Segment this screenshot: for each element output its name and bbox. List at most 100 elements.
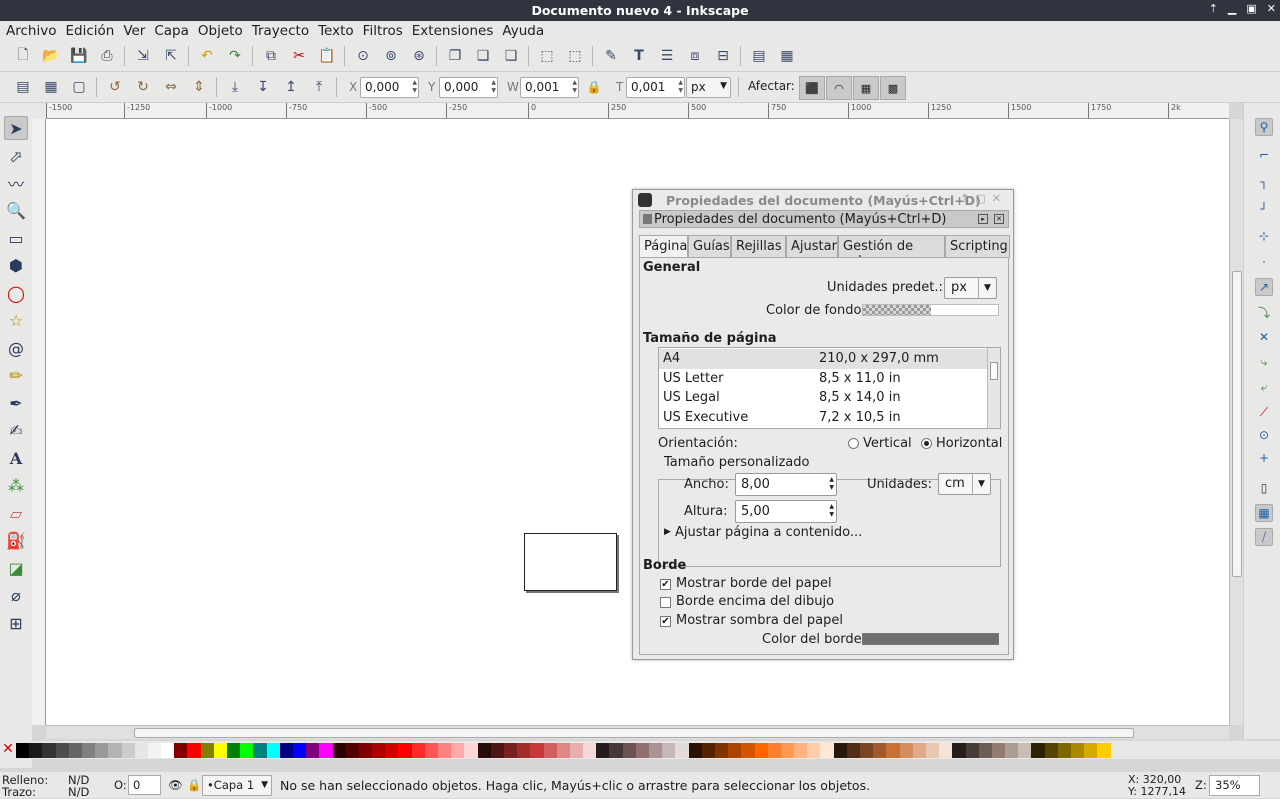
list-item[interactable]: US Executive 7,2 x 10,5 in <box>659 408 988 428</box>
save-icon[interactable]: 💾 <box>70 47 88 65</box>
dialog-up-icon[interactable]: ⇡ <box>960 192 975 205</box>
palette-swatch[interactable] <box>556 742 570 758</box>
palette-swatch[interactable] <box>675 742 689 758</box>
palette-swatch[interactable] <box>1031 742 1045 758</box>
snap-page-border-icon[interactable]: ▯ <box>1255 479 1273 497</box>
page-size-list[interactable]: A4 210,0 x 297,0 mm US Letter 8,5 x 11,0 i… <box>658 347 1001 429</box>
palette-swatch[interactable] <box>1005 742 1019 758</box>
palette-swatch[interactable] <box>925 742 940 758</box>
vertical-scrollbar[interactable] <box>1229 119 1243 725</box>
raise-top-icon[interactable]: ⤒ <box>310 78 328 96</box>
page-size-scroll-thumb[interactable] <box>990 362 998 380</box>
palette-swatch[interactable] <box>266 742 280 758</box>
tab-pagina[interactable]: Página <box>639 235 688 259</box>
snap-paths-icon[interactable]: ⤵ <box>1255 303 1273 321</box>
palette-swatch[interactable] <box>1071 742 1085 758</box>
palette-swatch[interactable] <box>411 742 425 758</box>
h-spinner[interactable]: ▲ ▼ <box>678 79 683 95</box>
copy-icon[interactable]: ⧉ <box>262 47 280 65</box>
height-spinner[interactable]: ▲ ▼ <box>829 503 834 519</box>
palette-swatch[interactable] <box>451 742 465 758</box>
eraser-tool-icon[interactable]: ▱ <box>4 501 28 525</box>
snap-bbox-edges-icon[interactable]: ┐ <box>1255 173 1273 191</box>
palette-swatch[interactable] <box>754 742 768 758</box>
palette-swatch[interactable] <box>200 742 214 758</box>
default-units-select[interactable]: px ▼ <box>944 277 997 299</box>
palette-swatch[interactable] <box>385 742 399 758</box>
palette-swatch[interactable] <box>649 742 663 758</box>
palette-swatch[interactable] <box>780 742 795 758</box>
palette-swatch[interactable] <box>477 742 491 758</box>
y-input[interactable]: 0,000 ▲ ▼ <box>439 77 498 98</box>
menu-texto[interactable]: Texto <box>318 23 354 39</box>
menu-filtros[interactable]: Filtros <box>363 23 403 39</box>
print-icon[interactable]: ⎙ <box>98 47 116 65</box>
palette-swatch[interactable] <box>820 742 834 758</box>
palette-swatch[interactable] <box>899 742 913 758</box>
lock-layer-icon[interactable]: 🔒 <box>187 778 201 792</box>
dialog-maximize-icon[interactable]: ▢ <box>975 192 991 205</box>
border-color-swatch[interactable] <box>862 633 999 645</box>
menu-capa[interactable]: Capa <box>154 23 189 39</box>
palette-swatch[interactable] <box>609 742 623 758</box>
snap-rotation-center-icon[interactable]: + <box>1255 449 1273 467</box>
tweak-tool-icon[interactable]: 〰 <box>4 171 28 195</box>
palette-swatch[interactable] <box>306 742 320 758</box>
group-icon[interactable]: ⬚ <box>538 47 556 65</box>
palette-swatch[interactable] <box>873 742 887 758</box>
vertical-ruler[interactable] <box>32 119 46 725</box>
palette-swatch[interactable] <box>662 742 676 758</box>
palette-swatch[interactable] <box>807 742 821 758</box>
palette-swatch[interactable] <box>622 742 636 758</box>
zoom-input[interactable]: 35% <box>1209 775 1260 796</box>
menu-archivo[interactable]: Archivo <box>6 23 56 39</box>
menu-extensiones[interactable]: Extensiones <box>412 23 494 39</box>
calligraphy-tool-icon[interactable]: ✍ <box>4 418 28 442</box>
window-up-icon[interactable]: ⇡ <box>1209 2 1218 15</box>
palette-swatch[interactable] <box>1018 742 1032 758</box>
menu-edicion[interactable]: Edición <box>65 23 114 39</box>
page-size-scrollbar[interactable] <box>987 348 1000 428</box>
palette-swatch[interactable] <box>438 742 452 758</box>
spiral-tool-icon[interactable]: @ <box>4 336 28 360</box>
flip-horizontal-icon[interactable]: ⇔ <box>162 78 180 96</box>
layer-select[interactable]: •Capa 1 ▼ <box>202 775 272 796</box>
palette-swatch[interactable] <box>161 742 175 758</box>
list-item[interactable]: US Letter 8,5 x 11,0 in <box>659 369 988 389</box>
palette-swatch[interactable] <box>292 742 307 758</box>
palette-swatch[interactable] <box>240 742 254 758</box>
palette-swatch[interactable] <box>1044 742 1058 758</box>
horizontal-scroll-thumb[interactable] <box>134 728 1134 738</box>
dropper-tool-icon[interactable]: ⌀ <box>4 583 28 607</box>
palette-swatch[interactable] <box>134 742 148 758</box>
palette-swatch[interactable] <box>279 742 293 758</box>
tab-guias[interactable]: Guías <box>688 235 731 258</box>
node-tool-icon[interactable]: ⬀ <box>4 144 28 168</box>
palette-swatch[interactable] <box>833 742 847 758</box>
palette-swatch[interactable] <box>332 742 346 758</box>
snap-bbox-centers-icon[interactable]: · <box>1255 253 1273 271</box>
x-input[interactable]: 0,000 ▲ ▼ <box>360 77 419 98</box>
palette-swatch[interactable] <box>29 742 43 758</box>
vertical-scroll-thumb[interactable] <box>1232 271 1242 577</box>
stroke-value[interactable]: N/D <box>68 785 89 799</box>
snap-cusp-nodes-icon[interactable]: ⤷ <box>1255 353 1273 371</box>
palette-swatch[interactable] <box>213 742 227 758</box>
new-document-icon[interactable]: 🗋 <box>14 47 32 65</box>
border-on-top-label[interactable]: Borde encima del dibujo <box>676 594 834 609</box>
y-spinner[interactable]: ▲ ▼ <box>491 79 496 95</box>
palette-swatch[interactable] <box>912 742 926 758</box>
select-all-layers-icon[interactable]: ▦ <box>42 78 60 96</box>
ellipse-tool-icon[interactable]: ◯ <box>4 281 28 305</box>
snap-guides-icon[interactable]: ⧸ <box>1255 528 1273 546</box>
open-icon[interactable]: 📂 <box>42 47 60 65</box>
palette-swatch[interactable] <box>503 742 518 758</box>
fill-stroke-icon[interactable]: ✎ <box>602 47 620 65</box>
palette-swatch[interactable] <box>1097 742 1111 758</box>
pen-tool-icon[interactable]: ✒ <box>4 391 28 415</box>
minimize-icon[interactable]: ▁ <box>1228 2 1236 15</box>
select-all-icon[interactable]: ▤ <box>14 78 32 96</box>
palette-swatch[interactable] <box>688 742 702 758</box>
palette-swatch[interactable] <box>55 742 69 758</box>
dock-close-icon[interactable]: ✕ <box>994 214 1004 224</box>
